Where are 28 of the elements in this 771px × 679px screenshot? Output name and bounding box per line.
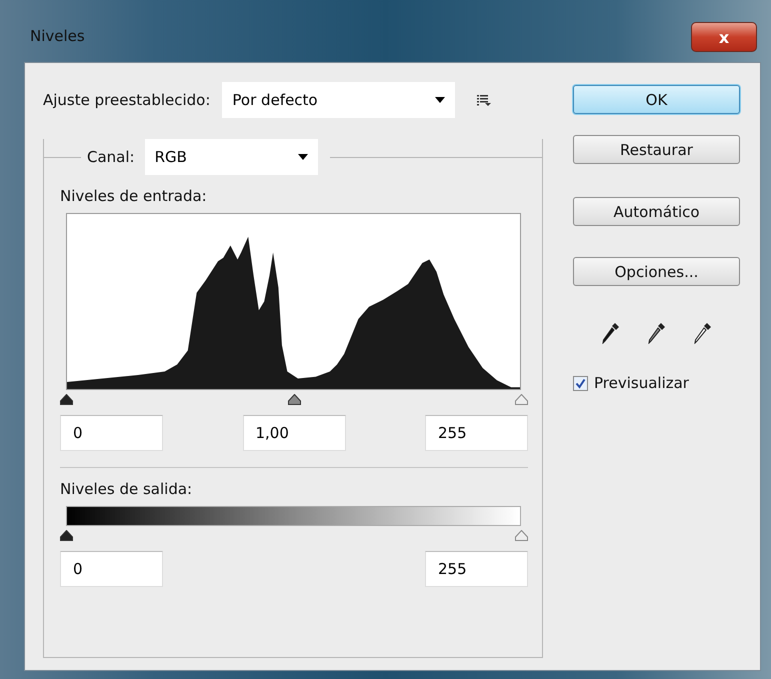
preview-label: Previsualizar <box>594 374 689 392</box>
dialog-button[interactable]: OK <box>573 85 740 114</box>
slider-handle[interactable] <box>515 394 528 405</box>
dropdown-arrow-icon <box>435 97 446 103</box>
eyedropper-icon[interactable] <box>694 322 712 344</box>
window-title: Niveles <box>29 27 85 45</box>
value-field[interactable]: 0 <box>60 415 163 451</box>
preset-dropdown[interactable]: Por defecto <box>222 82 456 118</box>
dialog-button[interactable]: Restaurar <box>573 135 740 164</box>
eyedropper-icon[interactable] <box>648 322 666 344</box>
dialog-button[interactable]: Opciones... <box>573 257 740 286</box>
menu-icon[interactable] <box>477 94 492 106</box>
channel-label: Canal: <box>87 148 135 166</box>
slider-handle[interactable] <box>60 394 73 405</box>
value-field[interactable]: 255 <box>425 551 528 587</box>
value-field[interactable]: 0 <box>60 551 163 587</box>
eyedropper-icon[interactable] <box>602 322 620 344</box>
preview-checkbox[interactable] <box>573 376 588 390</box>
dialog-button[interactable]: Automático <box>573 197 740 226</box>
close-button[interactable]: x <box>691 22 757 52</box>
slider-handle[interactable] <box>60 530 73 541</box>
value-field[interactable]: 255 <box>425 415 528 451</box>
channel-dropdown[interactable]: RGB <box>144 139 318 175</box>
value-field[interactable]: 1,00 <box>242 415 346 451</box>
preset-label: Ajuste preestablecido: <box>43 91 210 109</box>
slider-handle[interactable] <box>515 530 528 541</box>
dropdown-arrow-icon <box>298 154 308 160</box>
slider-handle[interactable] <box>288 394 300 405</box>
